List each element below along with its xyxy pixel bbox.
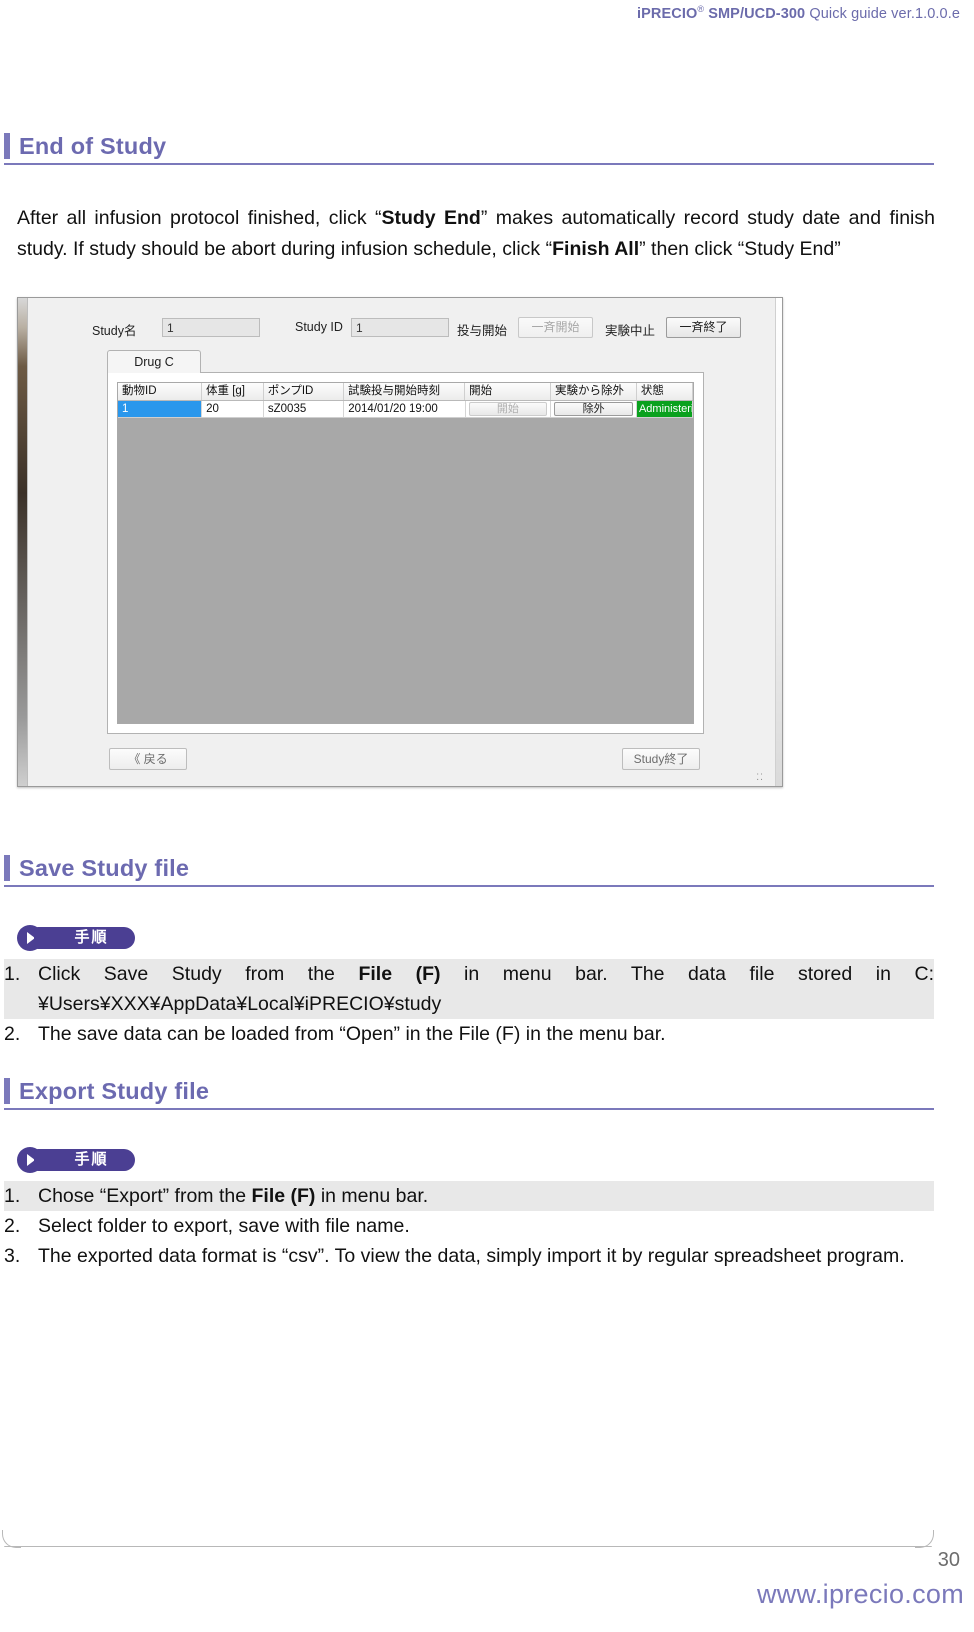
footer-divider <box>2 1530 934 1548</box>
grid-col-exclude[interactable]: 実験から除外 <box>551 383 637 400</box>
cell-start-button-wrap: 開始 <box>466 401 552 417</box>
heading-accent-bar <box>4 1078 10 1104</box>
list-item: 3. The exported data format is “csv”. To… <box>4 1241 934 1271</box>
application-window-body: Study名 1 Study ID 1 投与開始 一斉開始 実験中止 一斉終了 … <box>29 298 774 786</box>
product-model: SMP/UCD-300 <box>708 5 806 22</box>
cell-start-time[interactable]: 2014/01/20 19:00 <box>344 401 466 417</box>
study-name-input[interactable]: 1 <box>162 318 260 337</box>
list-item-text: Click Save Study from the File (F) in me… <box>38 963 934 1015</box>
list-item-text: The save data can be loaded from “Open” … <box>38 1023 666 1045</box>
procedure-badge-export: 手順 <box>17 1147 135 1173</box>
table-row[interactable]: 1 20 sZ0035 2014/01/20 19:00 開始 除外 Admin… <box>118 401 693 418</box>
study-toolbar: Study名 1 Study ID 1 投与開始 一斉開始 実験中止 一斉終了 <box>29 316 774 342</box>
list-item-text: Select folder to export, save with file … <box>38 1215 410 1237</box>
study-id-label: Study ID <box>295 320 343 334</box>
section-title: End of Study <box>19 133 167 159</box>
section-title: Save Study file <box>19 855 190 881</box>
section-title: Export Study file <box>19 1078 210 1104</box>
start-dosing-label: 投与開始 <box>457 324 508 338</box>
grid-col-animal-id[interactable]: 動物ID <box>118 383 202 400</box>
study-end-button[interactable]: Study終了 <box>622 748 700 770</box>
application-screenshot: Study名 1 Study ID 1 投与開始 一斉開始 実験中止 一斉終了 … <box>17 297 783 787</box>
study-name-label: Study名 <box>92 324 137 338</box>
grid-col-start-time[interactable]: 試験投与開始時刻 <box>344 383 466 400</box>
registered-trademark-icon: ® <box>697 4 705 14</box>
procedure-badge-save: 手順 <box>17 925 135 951</box>
list-item: 2. Select folder to export, save with fi… <box>4 1211 934 1241</box>
abort-experiment-label: 実験中止 <box>605 324 656 338</box>
section-heading-end-of-study: End of Study <box>4 133 934 165</box>
animal-grid-header: 動物ID 体重 [g] ポンプID 試験投与開始時刻 開始 実験から除外 状態 <box>118 383 693 401</box>
window-scrollbar[interactable] <box>775 298 782 786</box>
list-item: 2. The save data can be loaded from “Ope… <box>4 1019 934 1049</box>
list-item-text: The exported data format is “csv”. To vi… <box>38 1245 905 1267</box>
back-button[interactable]: 《 戻る <box>109 748 187 770</box>
list-item-number: 1. <box>4 963 21 985</box>
row-start-button[interactable]: 開始 <box>468 402 548 416</box>
grid-col-start[interactable]: 開始 <box>465 383 552 400</box>
grid-empty-area <box>118 419 693 723</box>
start-all-button[interactable]: 一斉開始 <box>518 317 593 338</box>
study-id-input[interactable]: 1 <box>351 318 449 337</box>
resize-grip-icon[interactable]: ⁚⁚ <box>756 772 764 783</box>
grid-col-pump-id[interactable]: ポンプID <box>264 383 344 400</box>
cell-pump-id[interactable]: sZ0035 <box>264 401 345 417</box>
list-item: 1. Chose “Export” from the File (F) in m… <box>4 1181 934 1211</box>
procedure-badge-label: 手順 <box>34 927 135 949</box>
section-heading-save-study-file: Save Study file <box>4 855 934 887</box>
paragraph-rich-text: After all infusion protocol finished, cl… <box>17 207 935 260</box>
footer-website-url: www.iprecio.com <box>756 1579 964 1609</box>
grid-col-weight[interactable]: 体重 [g] <box>202 383 264 400</box>
list-item: 1. Click Save Study from the File (F) in… <box>4 959 934 1019</box>
heading-accent-bar <box>4 855 10 881</box>
list-item-number: 2. <box>4 1023 21 1045</box>
end-of-study-paragraph: After all infusion protocol finished, cl… <box>17 203 935 265</box>
page-number: 30 <box>937 1549 960 1571</box>
procedure-badge-label: 手順 <box>34 1149 135 1171</box>
list-item-text: Chose “Export” from the File (F) in menu… <box>38 1185 429 1207</box>
save-study-steps: 1. Click Save Study from the File (F) in… <box>4 959 934 1049</box>
animal-grid: 動物ID 体重 [g] ポンプID 試験投与開始時刻 開始 実験から除外 状態 … <box>117 382 694 724</box>
heading-accent-bar <box>4 133 10 159</box>
document-running-header: iPRECIO® SMP/UCD-300 Quick guide ver.1.0… <box>637 4 960 22</box>
document-version: Quick guide ver.1.0.0.e <box>809 5 960 22</box>
export-study-steps: 1. Chose “Export” from the File (F) in m… <box>4 1181 934 1271</box>
window-left-edge <box>18 298 28 786</box>
list-item-number: 2. <box>4 1215 21 1237</box>
drug-tab-panel: 動物ID 体重 [g] ポンプID 試験投与開始時刻 開始 実験から除外 状態 … <box>107 373 704 734</box>
list-item-number: 3. <box>4 1245 21 1267</box>
list-item-number: 1. <box>4 1185 21 1207</box>
cell-weight[interactable]: 20 <box>202 401 264 417</box>
section-heading-export-study-file: Export Study file <box>4 1078 934 1110</box>
drug-tab-strip: Drug C <box>107 350 704 374</box>
row-exclude-button[interactable]: 除外 <box>554 402 633 416</box>
finish-all-button[interactable]: 一斉終了 <box>666 317 741 338</box>
tab-drug-c[interactable]: Drug C <box>107 350 201 374</box>
cell-animal-id[interactable]: 1 <box>118 401 203 417</box>
cell-exclude-button-wrap: 除外 <box>551 401 637 417</box>
brand-name: iPRECIO <box>637 5 698 22</box>
status-badge: Administering <box>636 401 693 417</box>
grid-col-status[interactable]: 状態 <box>637 383 693 400</box>
